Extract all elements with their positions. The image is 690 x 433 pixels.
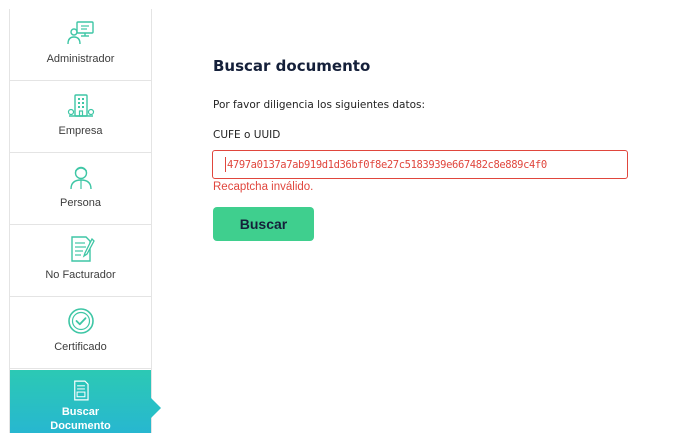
sidebar-item-label: Empresa [58,125,103,137]
error-message: Recaptcha inválido. [213,181,314,193]
document-pen-icon [70,236,95,262]
sidebar-item-no-facturador[interactable]: No Facturador [10,225,151,297]
building-icon [67,94,94,117]
search-document-icon [73,380,89,401]
sidebar-item-label: Certificado [54,341,107,353]
sidebar-item-persona[interactable]: Persona [10,153,151,225]
sidebar-nav: Administrador Empresa Persona No Factura… [9,9,152,433]
text-caret [225,157,226,172]
instructions-text: Por favor diligencia los siguientes dato… [213,99,426,111]
sidebar-item-administrador[interactable]: Administrador [10,9,151,81]
sidebar-item-label: Administrador [46,53,115,65]
search-button[interactable]: Buscar [213,207,314,241]
sidebar-item-buscar-documento[interactable]: Buscar Documento [10,370,151,433]
sidebar-item-label: Buscar Documento [50,406,111,432]
person-icon [69,166,92,190]
sidebar-item-empresa[interactable]: Empresa [10,81,151,153]
sidebar-item-certificado[interactable]: Certificado [10,297,151,369]
cufe-field-label: CUFE o UUID [213,129,281,141]
certificate-check-icon [67,308,94,334]
cufe-input[interactable] [212,150,628,179]
admin-monitor-icon [66,21,94,45]
page-title: Buscar documento [213,57,371,75]
sidebar-item-label: No Facturador [45,269,116,281]
top-strip [0,0,690,9]
active-indicator-arrow [150,397,161,419]
sidebar-item-label: Persona [60,197,101,209]
